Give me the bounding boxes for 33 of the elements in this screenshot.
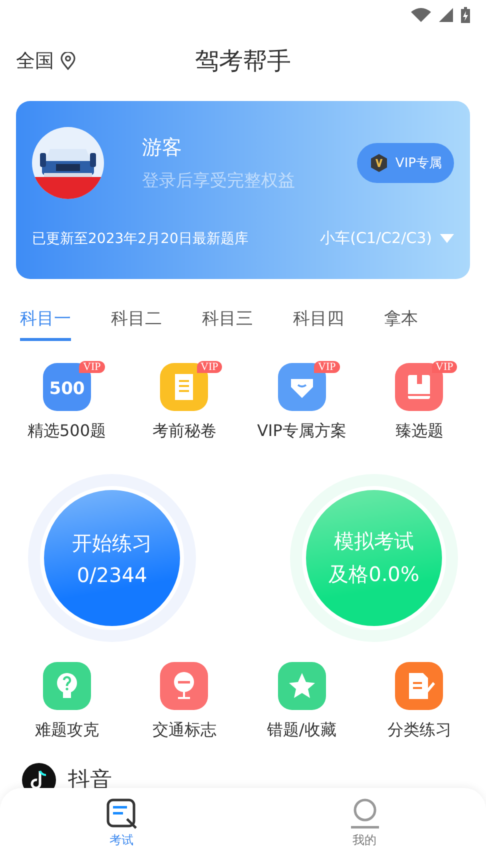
location-pin-icon	[60, 52, 76, 70]
exam-note-icon	[106, 798, 138, 830]
update-note: 已更新至2023年2月20日最新题库	[32, 230, 248, 248]
tool-item[interactable]: 分类练习	[360, 662, 478, 741]
signal-icon	[439, 8, 453, 22]
tool-item[interactable]: 交通标志	[126, 662, 243, 741]
wifi-icon	[411, 8, 431, 22]
tool-item[interactable]: 错题/收藏	[243, 662, 360, 741]
subject-tab[interactable]: 科目一	[20, 303, 71, 341]
feature-item[interactable]: VIP 考前秘卷	[126, 363, 243, 442]
location-selector[interactable]: 全国	[16, 48, 76, 74]
vip-badge: VIP	[314, 361, 340, 373]
subject-tab[interactable]: 科目二	[111, 303, 162, 341]
user-name: 游客	[142, 134, 183, 161]
subject-tab[interactable]: 科目四	[293, 303, 344, 341]
bottom-tab[interactable]: 考试	[106, 798, 138, 849]
bottom-tab[interactable]: 我的	[348, 798, 380, 849]
tool-item[interactable]: 难题攻克	[8, 662, 126, 741]
app-title: 驾考帮手	[195, 46, 291, 77]
battery-icon	[461, 7, 470, 23]
start-practice-button[interactable]: 开始练习 0/2344	[40, 486, 184, 630]
person-icon	[348, 798, 380, 830]
vip-badge: VIP	[79, 361, 105, 373]
vip-hexagon-icon	[369, 153, 390, 173]
subject-tab[interactable]: 拿本	[384, 303, 418, 341]
vip-badge: VIP	[432, 361, 458, 373]
vip-badge: VIP	[196, 361, 222, 373]
subject-tab[interactable]: 科目三	[202, 303, 253, 341]
dropdown-caret-icon	[440, 234, 454, 243]
login-hint: 登录后享受完整权益	[142, 170, 296, 192]
feature-item[interactable]: VIP 臻选题	[360, 363, 478, 442]
feature-item[interactable]: VIP VIP专属方案	[243, 363, 360, 442]
feature-item[interactable]: 500 VIP 精选500题	[8, 363, 126, 442]
